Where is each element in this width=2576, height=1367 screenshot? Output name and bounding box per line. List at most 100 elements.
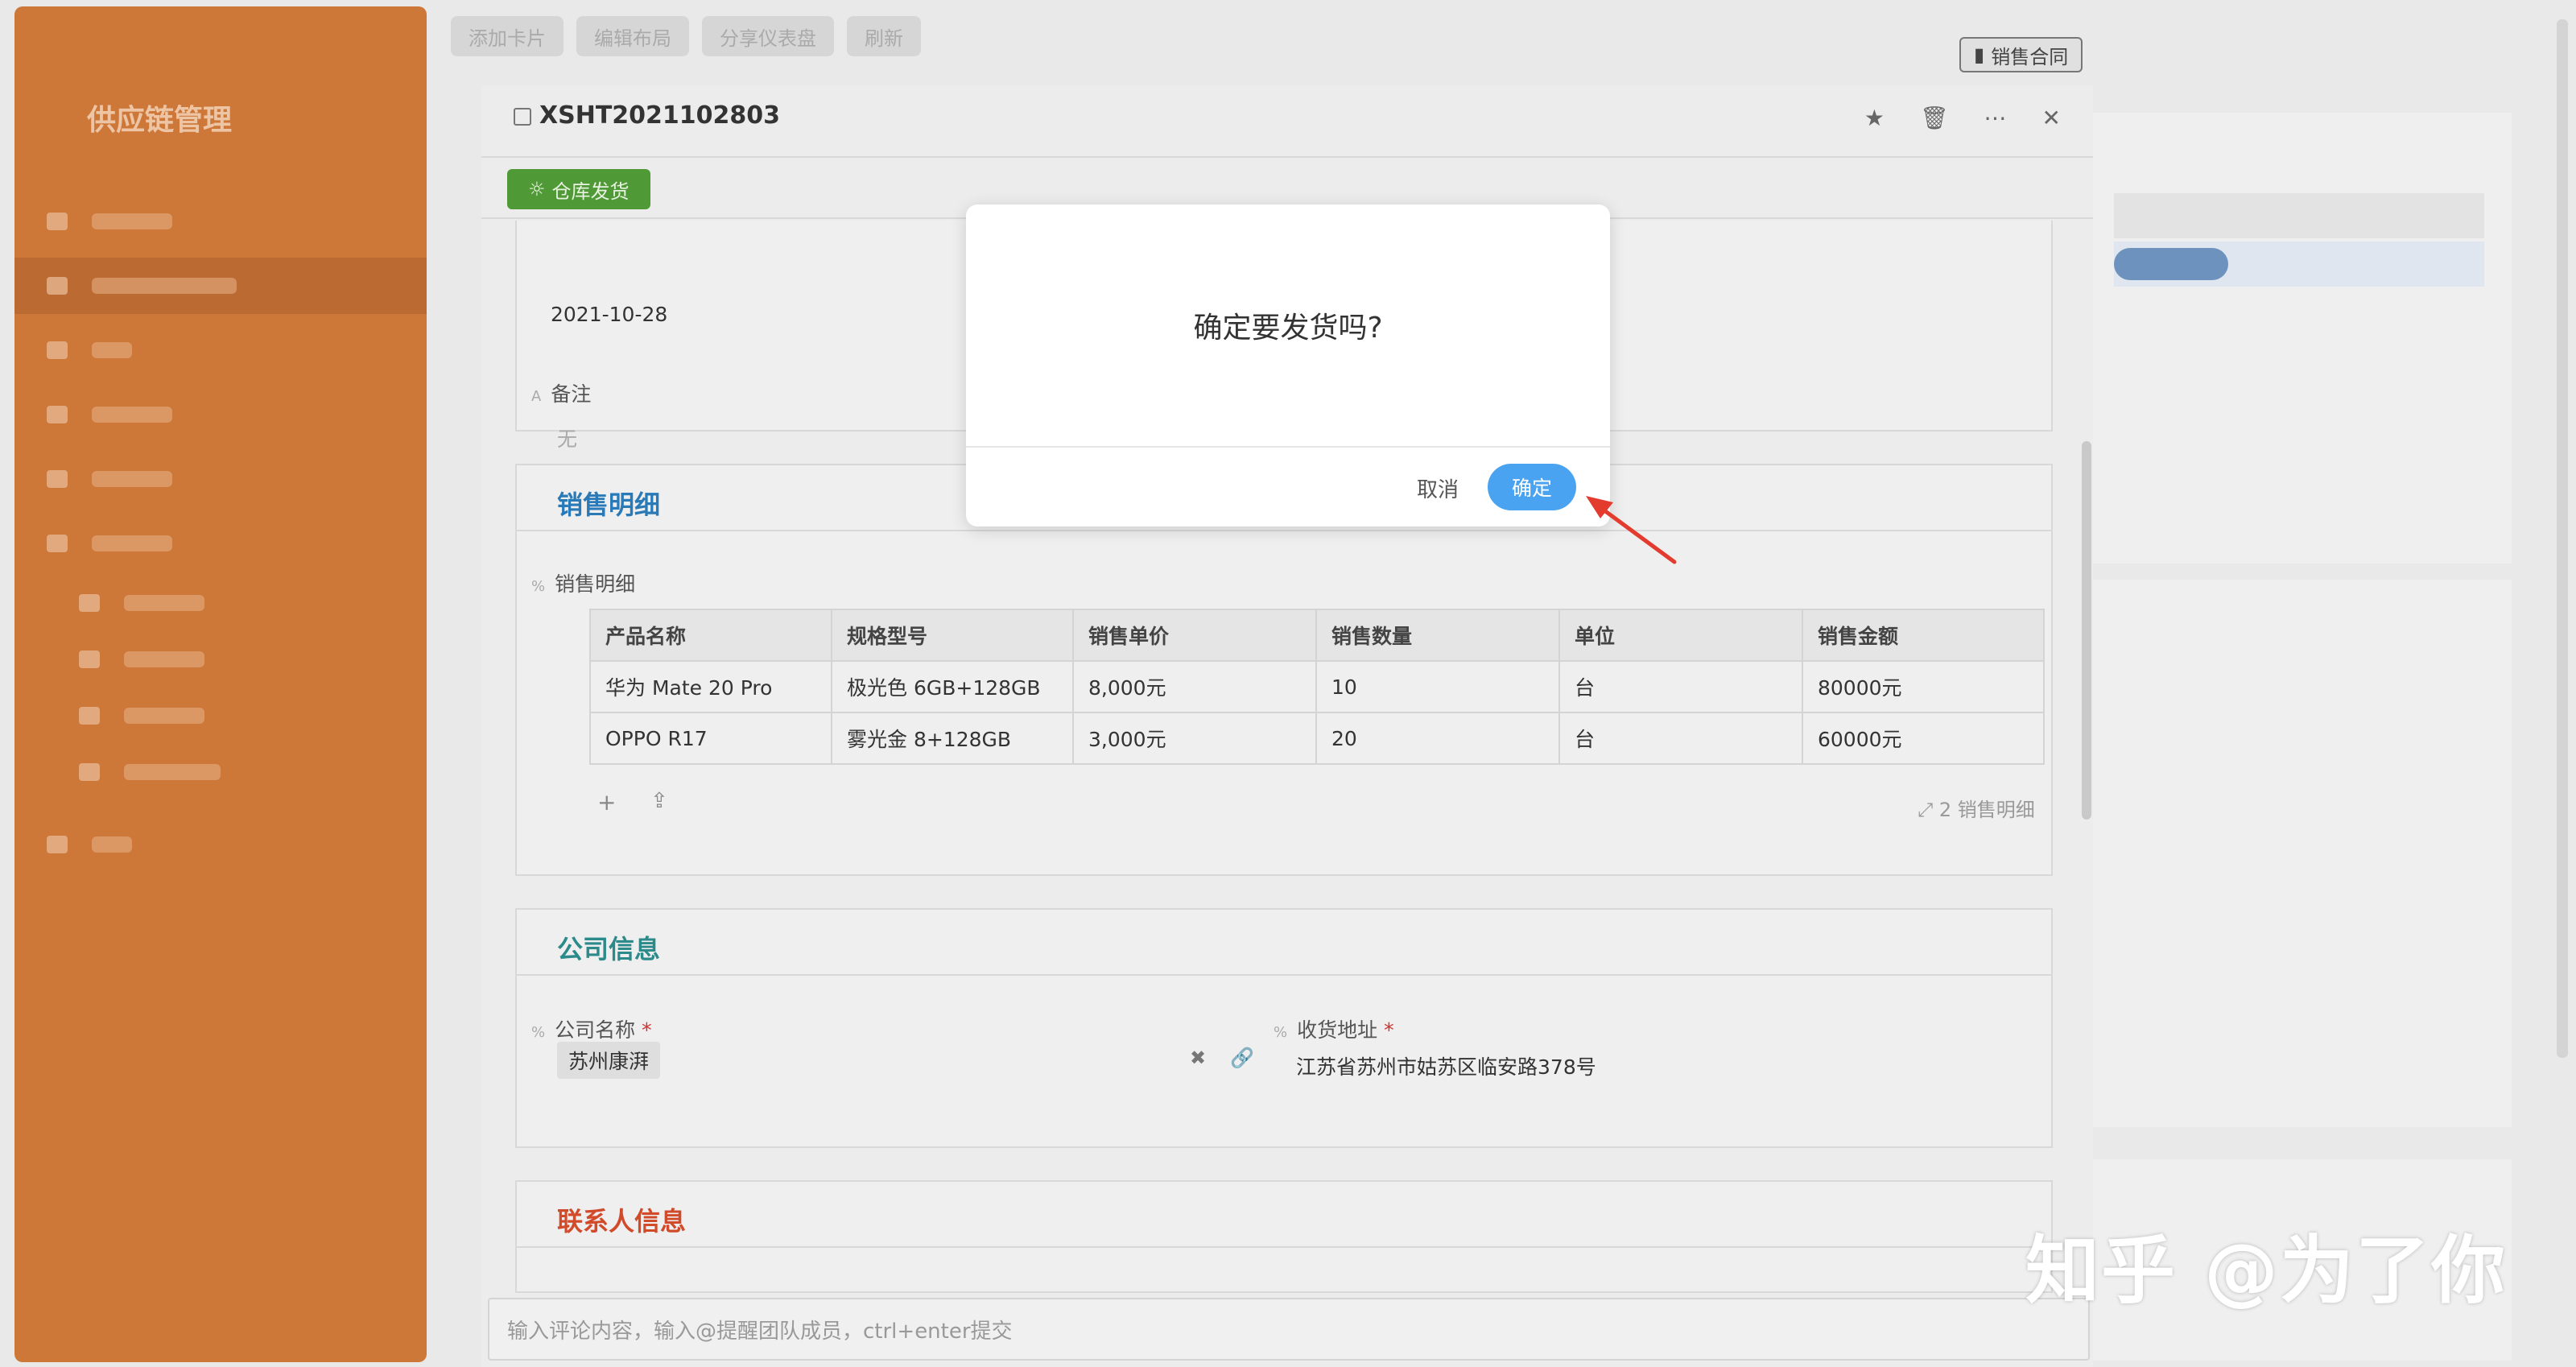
- background-card: [2093, 580, 2512, 1127]
- background-card: [2093, 113, 2512, 564]
- add-card-button[interactable]: 添加卡片: [451, 16, 564, 56]
- sidebar-item-sales[interactable]: [14, 451, 427, 507]
- table-cell: 8,000元: [1072, 660, 1317, 713]
- sales-detail-title: 销售明细: [557, 489, 661, 520]
- confirm-button[interactable]: 确定: [1488, 464, 1576, 510]
- app-brand: 供应链管理: [87, 104, 233, 137]
- page-scrollbar[interactable]: [2557, 19, 2568, 1058]
- sidebar-item-category[interactable]: [14, 631, 427, 688]
- comment-input[interactable]: 输入评论内容，输入@提醒团队成员，ctrl+enter提交: [488, 1298, 2090, 1361]
- sales-contract-tag[interactable]: ▮ 销售合同: [1959, 37, 2083, 72]
- box-icon: [79, 594, 100, 612]
- sales-detail-field-label: % 销售明细: [531, 568, 635, 597]
- warehouse-icon: [47, 277, 68, 295]
- table-cell: 极光色 6GB+128GB: [831, 660, 1074, 713]
- link-icon[interactable]: 🔗: [1230, 1047, 1254, 1069]
- column-header: 销售数量: [1315, 609, 1560, 662]
- divider: [517, 530, 2051, 531]
- detail-count: 2 销售明细: [1938, 799, 2035, 821]
- sidebar-item-basedata[interactable]: [14, 515, 427, 572]
- sidebar-item-label: [92, 278, 237, 294]
- table-cell: OPPO R17: [589, 712, 832, 765]
- sidebar-item-product[interactable]: [14, 575, 427, 631]
- sidebar-item-label: [92, 836, 132, 853]
- address-label-text: 收货地址: [1297, 1018, 1378, 1042]
- chart-icon: [47, 836, 68, 853]
- annotation-arrow-icon: [1586, 496, 1677, 564]
- sidebar-item-label: [124, 708, 204, 724]
- record-title: XSHT2021102803: [514, 101, 780, 130]
- refresh-button[interactable]: 刷新: [847, 16, 921, 56]
- book-icon: ▮: [1974, 43, 1985, 66]
- sidebar-item-report[interactable]: [14, 816, 427, 873]
- address-value: 江苏省苏州市姑苏区临安路378号: [1296, 1055, 1596, 1079]
- column-header: 产品名称: [589, 609, 832, 662]
- record-actions: ★ 🗑 ⋯ ✕: [1864, 105, 2061, 131]
- sidebar: 供应链管理: [14, 6, 427, 1362]
- table-cell: 60000元: [1802, 712, 2045, 765]
- add-row-icon[interactable]: +: [597, 789, 616, 816]
- date-value: 2021-10-28: [551, 303, 667, 326]
- expand-icon: ⤢: [1918, 799, 1939, 821]
- clear-icon[interactable]: ✖: [1190, 1047, 1206, 1069]
- sidebar-item-phone[interactable]: [14, 322, 427, 378]
- table-cell: 10: [1315, 660, 1560, 713]
- sales-detail-table: 产品名称 规格型号 销售单价 销售数量 单位 销售金额 华为 Mate 20 P…: [589, 609, 2045, 765]
- text-icon: %: [1274, 1024, 1288, 1041]
- user-icon: [79, 707, 100, 725]
- table-cell: 台: [1558, 660, 1803, 713]
- date-text: 2021-10-28: [551, 303, 668, 326]
- table-cell: 20: [1315, 712, 1560, 765]
- contacts-card: 联系人信息: [515, 1180, 2053, 1293]
- company-name-label-text: 公司名称: [555, 1018, 636, 1042]
- sidebar-item-warehouse[interactable]: [14, 258, 427, 314]
- document-icon: [47, 470, 68, 488]
- upload-icon[interactable]: ⇪: [650, 789, 668, 813]
- sidebar-item-label: [124, 595, 204, 611]
- record-title-text: XSHT2021102803: [539, 101, 781, 130]
- text-icon: A: [531, 388, 542, 405]
- record-scrollbar[interactable]: [2082, 441, 2091, 820]
- divider: [966, 446, 1610, 448]
- link-icon: %: [531, 1024, 546, 1041]
- table-row[interactable]: 华为 Mate 20 Pro 极光色 6GB+128GB 8,000元 10 台…: [589, 660, 2045, 713]
- confirm-dialog: 确定要发货吗? 取消 确定: [966, 204, 1610, 527]
- warehouse-ship-button[interactable]: ☼ 仓库发货: [507, 169, 650, 209]
- table-cell: 台: [1558, 712, 1803, 765]
- dialog-message: 确定要发货吗?: [1193, 312, 1383, 345]
- table-cell: 3,000元: [1072, 712, 1317, 765]
- more-icon[interactable]: ⋯: [1984, 105, 2007, 131]
- edit-layout-button[interactable]: 编辑布局: [576, 16, 689, 56]
- expand-button[interactable]: ⤢ 2 销售明细: [1918, 794, 2035, 822]
- close-icon[interactable]: ✕: [2042, 105, 2061, 131]
- sidebar-item-label: [92, 535, 172, 551]
- sidebar-item-contracts[interactable]: [14, 193, 427, 250]
- trash-icon[interactable]: 🗑: [1920, 105, 1949, 131]
- contacts-title: 联系人信息: [557, 1206, 687, 1237]
- sidebar-item-customer[interactable]: [14, 688, 427, 744]
- sales-detail-field-text: 销售明细: [555, 572, 636, 596]
- remark-value: 无: [557, 427, 578, 451]
- tag-icon: [79, 650, 100, 668]
- sales-contract-tag-label: 销售合同: [1991, 45, 2069, 68]
- copy-icon: [514, 107, 531, 126]
- record-header: XSHT2021102803 ★ 🗑 ⋯ ✕: [481, 85, 2093, 158]
- share-dashboard-button[interactable]: 分享仪表盘: [702, 16, 834, 56]
- table-cell: 80000元: [1802, 660, 2045, 713]
- remark-label-text: 备注: [551, 382, 592, 406]
- warehouse-ship-label: 仓库发货: [551, 180, 630, 203]
- sidebar-item-supplier[interactable]: [14, 744, 427, 800]
- remark-label: A 备注: [531, 378, 591, 407]
- loader-icon: ☼: [528, 178, 546, 200]
- watermark: 知乎 @为了你: [2025, 1228, 2508, 1314]
- sidebar-item-purchase[interactable]: [14, 386, 427, 443]
- cart-icon: [47, 406, 68, 423]
- folder-icon: [47, 213, 68, 230]
- company-name-label: % 公司名称 *: [531, 1018, 652, 1042]
- table-row[interactable]: OPPO R17 雾光金 8+128GB 3,000元 20 台 60000元: [589, 712, 2045, 765]
- star-icon[interactable]: ★: [1864, 105, 1885, 131]
- company-name-chip[interactable]: 苏州康湃: [557, 1042, 661, 1079]
- sidebar-item-label: [124, 764, 221, 780]
- background-table-header: [2114, 193, 2484, 238]
- cancel-button[interactable]: 取消: [1407, 467, 1468, 509]
